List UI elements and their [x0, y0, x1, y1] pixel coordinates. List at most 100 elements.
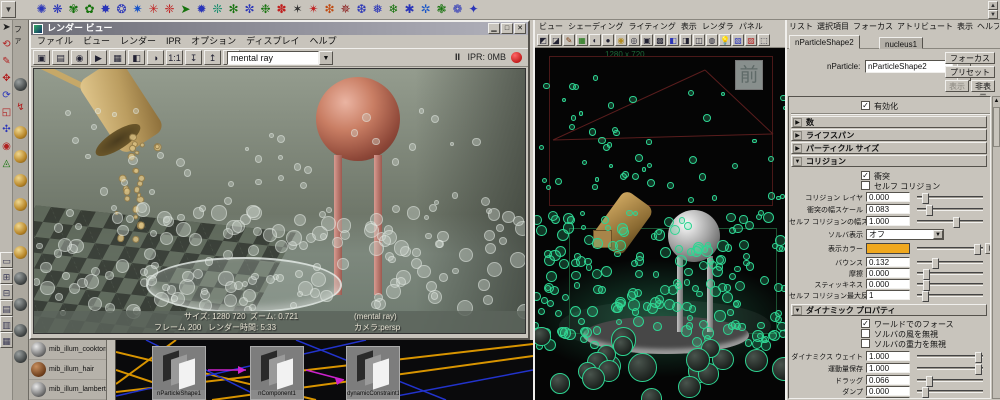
ipr-pause-label[interactable]: II — [455, 52, 460, 62]
material-list-item[interactable]: mib_illum_lambert — [29, 380, 106, 400]
shelf-icon[interactable]: ✷ — [130, 1, 145, 18]
attribute-editor-menu[interactable]: 選択項目 — [817, 21, 849, 33]
layout-custom-icon[interactable]: ▦ — [0, 332, 13, 348]
viewport-menu[interactable]: シェーディング — [568, 21, 623, 32]
chevron-right-icon[interactable]: ▶ — [793, 118, 802, 127]
attribute-editor-menu[interactable]: フォーカス — [853, 21, 893, 33]
xray-icon[interactable]: ▧ — [732, 34, 744, 46]
hypershade-node-graph[interactable]: nParticleShape1 nComponent1 dynamicConst… — [116, 340, 533, 400]
soft-mod-tool-icon[interactable]: ◉ — [0, 139, 13, 156]
shelf-scroll-down[interactable]: ▼ — [988, 10, 998, 19]
self-collide-width-scale-field[interactable]: 1.000 — [866, 216, 910, 226]
material-swatch[interactable] — [14, 198, 27, 211]
shaded-icon[interactable]: ● — [602, 34, 614, 46]
section-dynamic-properties[interactable]: ▼ダイナミック プロパティ — [791, 304, 987, 316]
shelf-icon[interactable]: ✻ — [226, 1, 241, 18]
layout-four-pane-icon[interactable]: ⊞ — [0, 268, 13, 284]
rotate-tool-icon[interactable]: ⟳ — [0, 88, 13, 105]
textured-icon[interactable]: ◉ — [615, 34, 627, 46]
collision-layer-field[interactable]: 0.000 — [866, 192, 910, 202]
material-swatch[interactable] — [14, 222, 27, 235]
attribute-editor-menu[interactable]: リスト — [789, 21, 813, 33]
collide-width-scale-slider[interactable] — [917, 208, 983, 211]
material-swatch[interactable] — [14, 272, 27, 285]
renderer-dropdown-arrow-icon[interactable]: ▼ — [319, 51, 333, 65]
dynamics-weight-slider[interactable] — [917, 355, 983, 358]
select-tool-icon[interactable]: ➤ — [0, 20, 13, 37]
viewport-menu[interactable]: ライティング — [628, 21, 675, 32]
shelf-icon[interactable]: ✲ — [418, 1, 433, 18]
ipr-render-icon[interactable]: ▶ — [90, 50, 107, 65]
shelf-icon[interactable]: ✱ — [402, 1, 417, 18]
shading-node[interactable]: nParticleShape1 — [152, 346, 206, 400]
material-swatch[interactable] — [14, 174, 27, 187]
stickiness-field[interactable]: 0.000 — [866, 279, 910, 289]
shelf-icon[interactable]: ✸ — [98, 1, 113, 18]
ignore-solver-wind-checkbox[interactable] — [861, 329, 870, 338]
shelf-icon[interactable]: ❅ — [370, 1, 385, 18]
preset-button[interactable]: プリセット — [945, 66, 995, 78]
shelf-icon[interactable]: ✵ — [338, 1, 353, 18]
redo-previous-render-icon[interactable]: ▤ — [52, 50, 69, 65]
damp-slider[interactable] — [917, 390, 983, 393]
close-button[interactable]: ✕ — [514, 23, 526, 34]
layout-persp-outliner-icon[interactable]: ▤ — [0, 300, 13, 316]
material-swatch[interactable] — [14, 150, 27, 163]
focus-button[interactable]: フォーカス — [945, 52, 995, 64]
shelf-scroll-up[interactable]: ▲ — [988, 1, 998, 10]
renderer-select[interactable]: mental ray — [227, 51, 319, 65]
shadows-icon[interactable]: ▣ — [641, 34, 653, 46]
show-button[interactable]: 表示 — [945, 80, 969, 92]
conserve-field[interactable]: 1.000 — [866, 363, 910, 373]
viewport-menu[interactable]: パネル — [739, 21, 763, 32]
layout-two-pane-icon[interactable]: ⊟ — [0, 284, 13, 300]
mass-field[interactable]: 1.000 — [866, 397, 910, 399]
ipr-region-icon[interactable]: ▦ — [109, 50, 126, 65]
attribute-editor-menu[interactable]: 表示 — [957, 21, 973, 33]
color-ramp-icon[interactable]: ◩ — [985, 243, 991, 254]
shelf-icon[interactable]: ✾ — [66, 1, 81, 18]
ipr-stop-icon[interactable] — [511, 52, 522, 63]
dynamics-weight-field[interactable]: 1.000 — [866, 351, 910, 361]
chevron-right-icon[interactable]: ▶ — [793, 131, 802, 140]
stickiness-slider[interactable] — [917, 283, 983, 286]
viewport-menu[interactable]: 表示 — [681, 21, 697, 32]
enable-checkbox[interactable]: ✓ — [861, 101, 870, 110]
viewport-menu[interactable]: レンダラ — [702, 21, 734, 32]
friction-slider[interactable] — [917, 272, 983, 275]
section-collision[interactable]: ▼コリジョン — [791, 155, 987, 167]
lasso-tool-icon[interactable]: ⟲ — [0, 37, 13, 54]
motion-blur-icon[interactable]: ◧ — [667, 34, 679, 46]
solver-display-dropdown[interactable]: オフ▼ — [866, 229, 944, 240]
chevron-right-icon[interactable]: ▶ — [793, 144, 802, 153]
section-count[interactable]: ▶数 — [791, 116, 987, 128]
maximize-button[interactable]: □ — [501, 23, 513, 34]
section-lifespan[interactable]: ▶ライフスパン — [791, 129, 987, 141]
layout-hypershade-icon[interactable]: ▥ — [0, 316, 13, 332]
show-manip-tool-icon[interactable]: ◬ — [0, 156, 13, 173]
remove-image-icon[interactable]: ↥ — [204, 50, 221, 65]
forces-in-world-checkbox[interactable]: ✓ — [861, 319, 870, 328]
minimize-button[interactable]: ▁ — [488, 23, 500, 34]
render-view-menu[interactable]: IPR — [166, 36, 181, 47]
render-view-menu[interactable]: ディスプレイ — [246, 36, 299, 47]
display-color-slider[interactable] — [917, 247, 983, 250]
render-view-menu[interactable]: ヘルプ — [309, 36, 336, 47]
shelf-icon[interactable]: ✳ — [146, 1, 161, 18]
viewport-3d-view[interactable]: 1280 x 720 前 — [535, 48, 785, 400]
node-name-field[interactable]: nParticleShape2 — [865, 60, 953, 73]
lock-camera-icon[interactable]: ◪ — [550, 34, 562, 46]
material-swatch[interactable] — [14, 78, 27, 91]
shading-node[interactable]: nComponent1 — [250, 346, 304, 400]
material-swatch[interactable] — [14, 324, 27, 337]
shelf-tab-selector[interactable]: ▼ — [1, 1, 16, 18]
display-color-swatch[interactable] — [866, 243, 910, 254]
bounce-field[interactable]: 0.132 — [866, 257, 910, 267]
chevron-down-icon[interactable]: ▼ — [793, 306, 802, 315]
shelf-icon[interactable]: ✼ — [242, 1, 257, 18]
hide-button[interactable]: 非表示 — [971, 80, 995, 92]
drag-field[interactable]: 0.066 — [866, 375, 910, 385]
shading-node[interactable]: dynamicConstraint1 — [346, 346, 400, 400]
material-swatch[interactable] — [14, 246, 27, 259]
shelf-icon[interactable]: ❉ — [258, 1, 273, 18]
